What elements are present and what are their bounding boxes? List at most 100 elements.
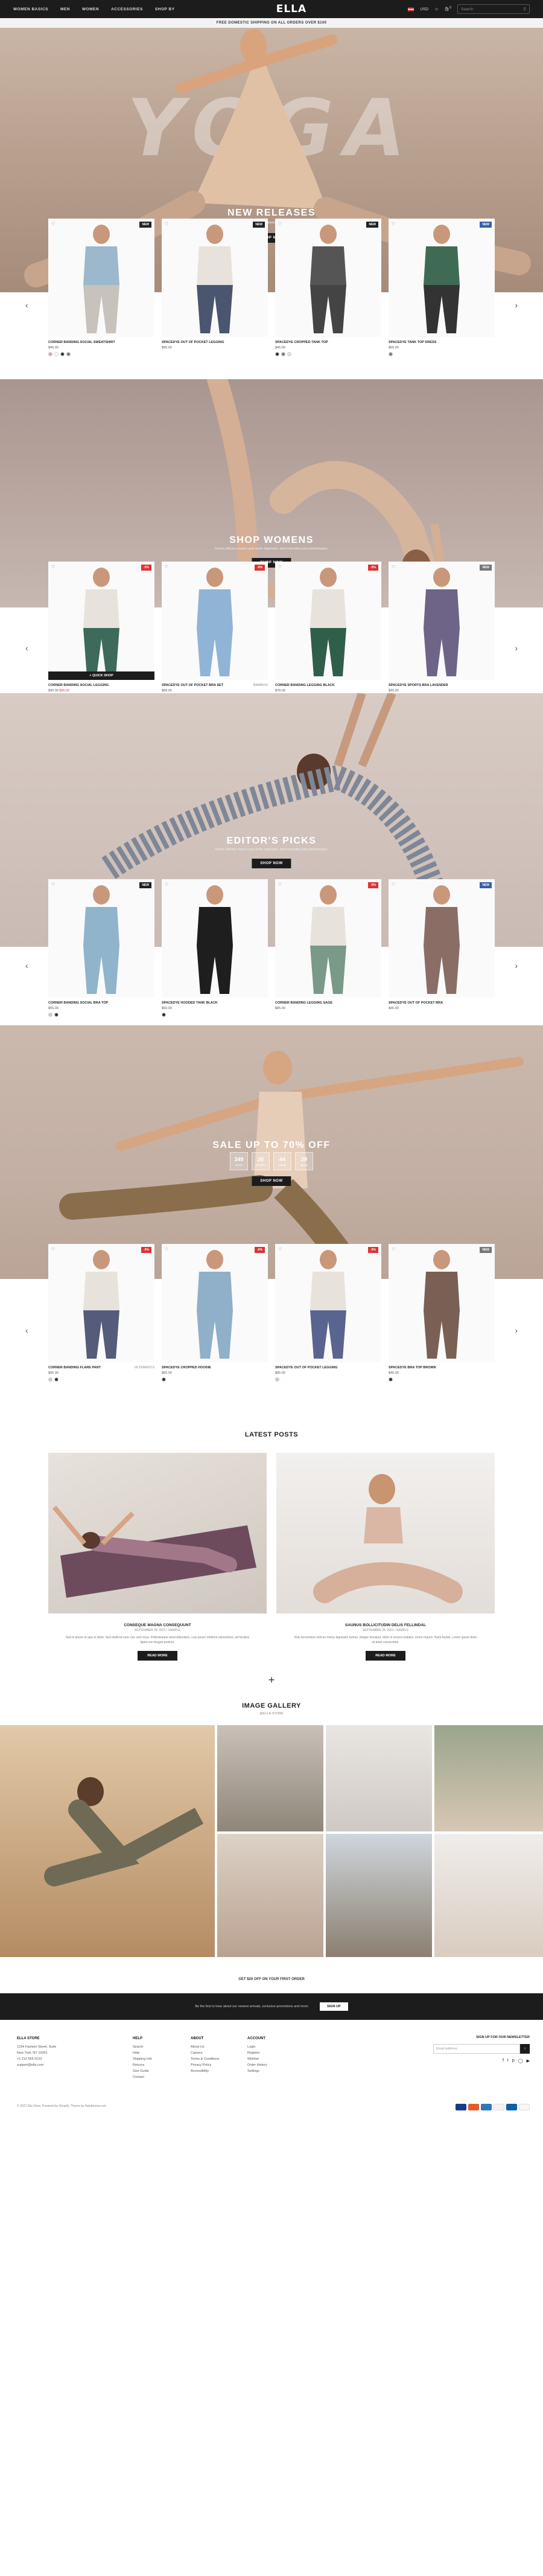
gallery-handle[interactable]: @ELLA.STORE bbox=[0, 1712, 543, 1716]
chevron-right-icon[interactable]: › bbox=[515, 643, 518, 653]
product-image[interactable]: ♡ bbox=[162, 879, 268, 998]
product-image[interactable]: ♡ -5% bbox=[48, 1244, 154, 1362]
product-card[interactable]: ♡ -5% + QUICK SHOP CORNER BANDING SOCIAL… bbox=[48, 562, 154, 699]
product-name[interactable]: CORNER BANDING LEGGING SAGE bbox=[275, 1001, 332, 1005]
heart-icon[interactable]: ♡ bbox=[51, 565, 55, 569]
color-swatch[interactable] bbox=[54, 1377, 59, 1382]
facebook-icon[interactable]: f bbox=[503, 2059, 504, 2063]
heart-icon[interactable]: ♡ bbox=[392, 222, 395, 226]
shop-now-button[interactable]: SHOP NOW bbox=[252, 1176, 291, 1186]
chevron-left-icon[interactable]: ‹ bbox=[25, 643, 28, 653]
product-image[interactable]: ♡ -5% bbox=[275, 562, 381, 680]
youtube-icon[interactable]: ▶ bbox=[527, 2059, 530, 2063]
product-name[interactable]: SPACEDYE OUT OF POCKET BRA bbox=[389, 1001, 443, 1005]
cart-icon[interactable]: 🛍0 bbox=[445, 6, 451, 11]
product-card[interactable]: ♡ NEW SPACEDYE OUT OF POCKET BRA $45.00 bbox=[389, 879, 495, 1017]
quick-add-button[interactable]: + QUICK SHOP bbox=[48, 671, 154, 680]
product-card[interactable]: ♡ NEW SPACEDYE OUT OF POCKET LEGGING $95… bbox=[162, 219, 268, 356]
gallery-image[interactable] bbox=[217, 1834, 323, 1957]
gallery-image[interactable] bbox=[326, 1725, 432, 1831]
plus-icon[interactable]: + bbox=[0, 1674, 543, 1687]
color-swatch[interactable] bbox=[48, 1377, 52, 1382]
twitter-icon[interactable]: t bbox=[507, 2059, 509, 2063]
product-name[interactable]: CORNER BANDING FLARE PANT bbox=[48, 1366, 101, 1370]
product-card[interactable]: ♡ NEW SPACEDYE TANK TOP DRESS $65.00 bbox=[389, 219, 495, 356]
chevron-left-icon[interactable]: ‹ bbox=[25, 1325, 28, 1335]
instagram-icon[interactable]: ◯ bbox=[518, 2059, 523, 2063]
product-name[interactable]: SPACEDYE BRA TOP BROWN bbox=[389, 1366, 436, 1370]
post-title[interactable]: SAUNUS BOLLICITUDIN DELIS FELLINDAL bbox=[276, 1623, 495, 1627]
product-image[interactable]: ♡ NEW bbox=[389, 219, 495, 337]
product-card[interactable]: ♡ -5% SPACEDYE OUT OF POCKET BRA SET Bamb… bbox=[162, 562, 268, 699]
color-swatch[interactable] bbox=[389, 352, 393, 356]
heart-icon[interactable]: ♡ bbox=[392, 882, 395, 887]
product-name[interactable]: SPACEDYE HOODED TANK BLACK bbox=[162, 1001, 218, 1005]
chevron-right-icon[interactable]: › bbox=[515, 1325, 518, 1335]
email-field[interactable]: Email address bbox=[433, 2044, 520, 2054]
product-card[interactable]: ♡ -5% CORNER BANDING FLARE PANT Vetements… bbox=[48, 1244, 154, 1382]
product-image[interactable]: ♡ NEW bbox=[389, 879, 495, 998]
nav-item[interactable]: WOMEN BASICS bbox=[13, 7, 48, 11]
post-image[interactable] bbox=[276, 1453, 495, 1613]
heart-icon[interactable]: ♡ bbox=[278, 882, 282, 887]
search-icon[interactable]: ⚲ bbox=[523, 7, 526, 11]
chevron-left-icon[interactable]: ‹ bbox=[25, 300, 28, 310]
gallery-image[interactable] bbox=[326, 1834, 432, 1957]
color-swatch[interactable] bbox=[275, 352, 279, 356]
product-image[interactable]: ♡ NEW bbox=[389, 1244, 495, 1362]
heart-icon[interactable]: ♡ bbox=[165, 882, 168, 887]
post-image[interactable] bbox=[48, 1453, 267, 1613]
color-swatch[interactable] bbox=[275, 1377, 279, 1382]
read-more-button[interactable]: READ MORE bbox=[138, 1651, 177, 1661]
color-swatch[interactable] bbox=[162, 1013, 166, 1017]
nav-item[interactable]: SHOP BY bbox=[155, 7, 175, 11]
product-name[interactable]: SPACEDYE CROPPED HOODIE bbox=[162, 1366, 211, 1370]
product-image[interactable]: ♡ -5% bbox=[162, 562, 268, 680]
heart-icon[interactable]: ♡ bbox=[278, 565, 282, 569]
color-swatch[interactable] bbox=[48, 1013, 52, 1017]
product-image[interactable]: ♡ -5% bbox=[275, 879, 381, 998]
product-card[interactable]: ♡ NEW CORNER BANDING SOCIAL BRA TOP $55.… bbox=[48, 879, 154, 1017]
product-card[interactable]: ♡ -5% CORNER BANDING LEGGING SAGE $85.00 bbox=[275, 879, 381, 1017]
color-swatch[interactable] bbox=[54, 352, 59, 356]
product-card[interactable]: ♡ -5% SPACEDYE CROPPED HOODIE $60.00 bbox=[162, 1244, 268, 1382]
product-image[interactable]: ♡ NEW bbox=[275, 219, 381, 337]
heart-icon[interactable]: ♡ bbox=[165, 222, 168, 226]
product-name[interactable]: SPACEDYE OUT OF POCKET LEGGING bbox=[275, 1366, 338, 1370]
color-swatch[interactable] bbox=[287, 352, 291, 356]
color-swatch[interactable] bbox=[281, 352, 285, 356]
product-image[interactable]: ♡ NEW bbox=[48, 879, 154, 998]
product-card[interactable]: ♡ NEW SPACEDYE SPORTS BRA LAVENDER $45.0… bbox=[389, 562, 495, 699]
gallery-image[interactable] bbox=[434, 1834, 543, 1957]
heart-icon[interactable]: ♡ bbox=[51, 882, 55, 887]
nav-item[interactable]: MEN bbox=[60, 7, 70, 11]
product-name[interactable]: SPACEDYE SPORTS BRA LAVENDER bbox=[389, 684, 448, 687]
flag-icon[interactable] bbox=[408, 7, 414, 11]
submit-arrow-icon[interactable]: › bbox=[520, 2044, 530, 2054]
pinterest-icon[interactable]: p bbox=[512, 2059, 515, 2063]
nav-item[interactable]: ACCESSORIES bbox=[111, 7, 143, 11]
heart-icon[interactable]: ♡ bbox=[392, 565, 395, 569]
product-card[interactable]: ♡ NEW SPACEDYE BRA TOP BROWN $45.00 bbox=[389, 1244, 495, 1382]
product-image[interactable]: ♡ -5% bbox=[275, 1244, 381, 1362]
heart-icon[interactable]: ♡ bbox=[165, 565, 168, 569]
post-title[interactable]: CONSEQUE MAGNA CONSEQUUNT bbox=[48, 1623, 267, 1627]
color-swatch[interactable] bbox=[389, 1377, 393, 1382]
product-image[interactable]: ♡ -5% bbox=[162, 1244, 268, 1362]
heart-icon[interactable]: ♡ bbox=[51, 1247, 55, 1252]
color-swatch[interactable] bbox=[60, 352, 65, 356]
heart-icon[interactable]: ♡ bbox=[392, 1247, 395, 1252]
gallery-image[interactable] bbox=[434, 1725, 543, 1831]
heart-icon[interactable]: ♡ bbox=[51, 222, 55, 226]
currency-selector[interactable]: USD bbox=[420, 7, 428, 11]
product-card[interactable]: ♡ -5% SPACEDYE OUT OF POCKET LEGGING $95… bbox=[275, 1244, 381, 1382]
color-swatch[interactable] bbox=[54, 1013, 59, 1017]
user-icon[interactable]: ☺ bbox=[434, 7, 439, 11]
product-name[interactable]: SPACEDYE CROPPED TANK TOP bbox=[275, 341, 328, 344]
chevron-right-icon[interactable]: › bbox=[515, 961, 518, 970]
heart-icon[interactable]: ♡ bbox=[278, 222, 282, 226]
product-name[interactable]: SPACEDYE OUT OF POCKET BRA SET bbox=[162, 684, 223, 687]
product-card[interactable]: ♡ SPACEDYE HOODED TANK BLACK $60.00 bbox=[162, 879, 268, 1017]
sign-up-button[interactable]: SIGN UP bbox=[320, 2002, 348, 2011]
product-card[interactable]: ♡ -5% CORNER BANDING LEGGING BLACK $78.0… bbox=[275, 562, 381, 699]
